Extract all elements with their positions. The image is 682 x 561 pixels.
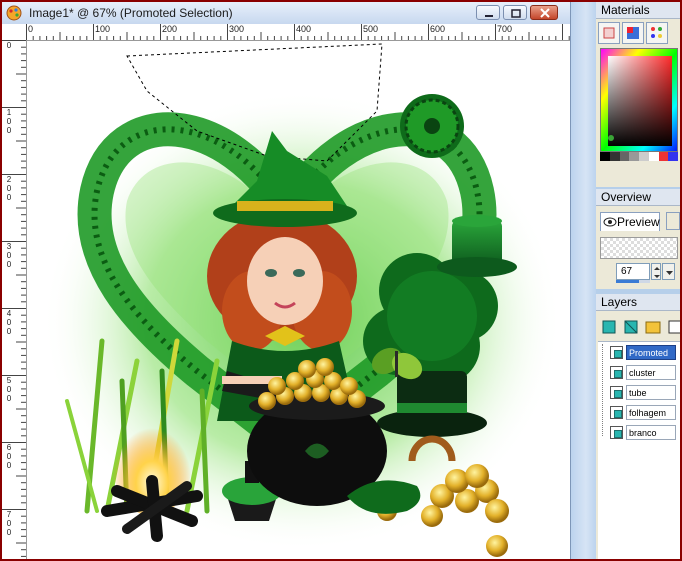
- grayscale-palette[interactable]: [600, 152, 678, 161]
- eye-icon: [603, 217, 617, 227]
- raster-layer-icon: [610, 366, 623, 379]
- materials-tabs: [598, 22, 678, 44]
- maximize-button[interactable]: [503, 5, 527, 20]
- ruler-label: 300: [229, 24, 245, 34]
- image-window-titlebar[interactable]: Image1* @ 67% (Promoted Selection): [2, 2, 570, 25]
- ruler-label: 0: [28, 24, 34, 34]
- swatch-frame-icon: [603, 27, 615, 39]
- materials-panel: Materials: [596, 2, 680, 187]
- frame-tab[interactable]: [598, 22, 620, 44]
- layer-row-promoted[interactable]: Promoted: [606, 343, 678, 362]
- swatches-tab[interactable]: [646, 22, 668, 44]
- layer-name: folhagem: [626, 405, 676, 420]
- layer-properties-icon[interactable]: [666, 318, 682, 336]
- new-raster-layer-icon[interactable]: [600, 318, 618, 336]
- ruler-label: 400: [296, 24, 312, 34]
- layer-name: tube: [626, 385, 676, 400]
- ruler-label: 100: [95, 24, 111, 34]
- layers-toolbar: [600, 318, 680, 338]
- minimize-button[interactable]: [476, 5, 500, 20]
- layer-row-branco[interactable]: branco: [606, 423, 678, 442]
- close-icon: [540, 8, 550, 18]
- zoom-input[interactable]: 67: [616, 263, 650, 280]
- paint-shop-app-icon: [6, 5, 22, 21]
- app-frame: Image1* @ 67% (Promoted Selection) 0 100…: [0, 0, 682, 561]
- layer-name: Promoted: [626, 345, 676, 360]
- layer-row-folhagem[interactable]: folhagem: [606, 403, 678, 422]
- image-window: Image1* @ 67% (Promoted Selection) 0 100…: [2, 2, 571, 559]
- layer-row-cluster[interactable]: cluster: [606, 363, 678, 382]
- layers-panel-title: Layers: [596, 294, 680, 311]
- materials-panel-title: Materials: [596, 2, 680, 19]
- minimize-icon: [485, 15, 493, 17]
- image-canvas[interactable]: [27, 41, 570, 559]
- horizontal-ruler[interactable]: 0 100 200 300 400 500 600 700: [26, 24, 570, 41]
- layer-row-tube[interactable]: tube: [606, 383, 678, 402]
- color-picker[interactable]: [600, 48, 678, 152]
- raster-layer-icon: [610, 386, 623, 399]
- layer-tree-line: [602, 344, 604, 436]
- swatches-icon: [651, 27, 662, 38]
- vertical-ruler[interactable]: 0100200300400500600700: [2, 40, 27, 559]
- layers-panel: Layers Promoted cluster tube folhagem br…: [596, 294, 680, 559]
- overview-panel-title: Overview: [596, 189, 680, 206]
- layers-list: Promoted cluster tube folhagem branco: [598, 341, 680, 559]
- zoom-dropdown[interactable]: [662, 263, 675, 280]
- info-tab[interactable]: [666, 212, 680, 230]
- image-window-title: Image1* @ 67% (Promoted Selection): [29, 6, 233, 20]
- rainbow-tab[interactable]: [622, 22, 644, 44]
- preview-tab[interactable]: Preview: [600, 212, 660, 231]
- ruler-label: 200: [162, 24, 178, 34]
- preview-tab-label: Preview: [617, 215, 660, 229]
- new-group-layer-icon[interactable]: [644, 318, 662, 336]
- layer-name: branco: [626, 425, 676, 440]
- panel-dock-gap: [571, 2, 596, 559]
- zoom-level-bar: [616, 280, 650, 283]
- new-vector-layer-icon[interactable]: [622, 318, 640, 336]
- color-spectrum: [601, 49, 677, 151]
- ruler-corner: [2, 24, 27, 41]
- close-button[interactable]: [530, 5, 558, 20]
- ruler-label: 600: [430, 24, 446, 34]
- maximize-icon: [511, 9, 521, 18]
- ruler-label: 700: [497, 24, 513, 34]
- overview-preview-thumbnail[interactable]: [600, 237, 678, 259]
- raster-layer-icon: [610, 346, 623, 359]
- raster-layer-icon: [610, 426, 623, 439]
- rainbow-icon: [627, 27, 639, 39]
- spinner-arrows-icon: [654, 267, 660, 278]
- chevron-down-icon: [666, 271, 673, 275]
- tube-artwork: [42, 43, 562, 557]
- rosette-decoration: [400, 94, 464, 158]
- zoom-spinner[interactable]: [651, 263, 661, 280]
- layer-name: cluster: [626, 365, 676, 380]
- ruler-label: 500: [363, 24, 379, 34]
- raster-layer-icon: [610, 406, 623, 419]
